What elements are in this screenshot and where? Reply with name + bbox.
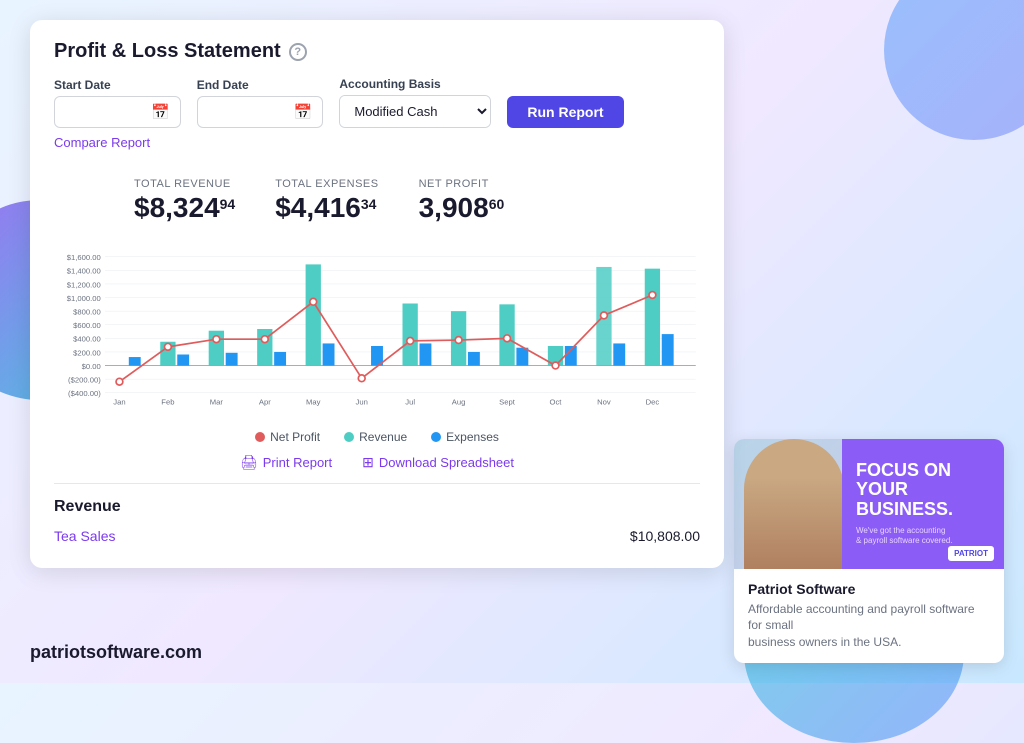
legend-expenses-label: Expenses (446, 430, 499, 444)
svg-text:Feb: Feb (161, 398, 174, 407)
ad-image-area: FOCUS ONYOUR BUSINESS. We've got the acc… (734, 439, 1004, 569)
chart-legend: Net Profit Revenue Expenses (54, 430, 700, 444)
svg-text:$0.00: $0.00 (82, 362, 101, 371)
svg-text:$800.00: $800.00 (73, 308, 101, 317)
website-label-area: patriotsoftware.com (30, 642, 202, 663)
download-spreadsheet-link[interactable]: ⊞ Download Spreadsheet (362, 454, 514, 471)
svg-text:Oct: Oct (550, 398, 563, 407)
metrics-row: TOTAL REVENUE $8,32494 TOTAL EXPENSES $4… (134, 178, 700, 224)
total-expenses-value: $4,41634 (275, 192, 378, 224)
svg-text:($400.00): ($400.00) (68, 389, 101, 398)
svg-text:$1,200.00: $1,200.00 (67, 280, 101, 289)
total-revenue-metric: TOTAL REVENUE $8,32494 (134, 178, 235, 224)
start-date-input-wrapper[interactable]: 📅 (54, 96, 181, 128)
end-date-input-wrapper[interactable]: 📅 (197, 96, 324, 128)
total-revenue-label: TOTAL REVENUE (134, 178, 235, 190)
end-date-input[interactable] (208, 105, 288, 120)
svg-text:Jul: Jul (405, 398, 415, 407)
run-report-button[interactable]: Run Report (507, 96, 623, 128)
print-icon: 🖨 (240, 454, 258, 471)
ad-logo: PATRIOT (948, 546, 994, 561)
start-date-input[interactable] (65, 105, 145, 120)
svg-text:May: May (306, 398, 321, 407)
svg-text:Dec: Dec (646, 398, 660, 407)
background-blob-right-top (884, 0, 1024, 140)
ad-body: Patriot Software Affordable accounting a… (734, 569, 1004, 663)
accounting-basis-select[interactable]: Modified Cash Cash Accrual (340, 96, 490, 127)
legend-net-profit-label: Net Profit (270, 430, 320, 444)
chart-container: $1,600.00 $1,400.00 $1,200.00 $1,000.00 … (54, 234, 700, 424)
total-revenue-value: $8,32494 (134, 192, 235, 224)
ad-company-name: Patriot Software (748, 581, 990, 597)
svg-text:Nov: Nov (597, 398, 611, 407)
accounting-basis-select-wrapper[interactable]: Modified Cash Cash Accrual (339, 95, 491, 128)
download-icon: ⊞ (362, 454, 374, 471)
legend-dot-expenses (431, 432, 441, 442)
ad-card: FOCUS ONYOUR BUSINESS. We've got the acc… (734, 439, 1004, 663)
action-row: 🖨 Print Report ⊞ Download Spreadsheet (54, 454, 700, 471)
svg-text:$1,600.00: $1,600.00 (67, 253, 101, 262)
net-profit-metric: NET PROFIT 3,90860 (419, 178, 505, 224)
end-date-label: End Date (197, 78, 324, 92)
main-card: Profit & Loss Statement ? Start Date 📅 E… (30, 20, 724, 568)
tea-sales-amount: $10,808.00 (630, 528, 700, 544)
total-expenses-label: TOTAL EXPENSES (275, 178, 378, 190)
website-label: patriotsoftware.com (30, 642, 202, 662)
end-date-calendar-icon[interactable]: 📅 (294, 103, 313, 121)
ad-description: Affordable accounting and payroll softwa… (748, 601, 990, 651)
svg-text:Jun: Jun (356, 398, 368, 407)
tea-sales-link[interactable]: Tea Sales (54, 528, 115, 544)
svg-text:Jan: Jan (113, 398, 125, 407)
compare-report-link[interactable]: Compare Report (54, 135, 150, 150)
print-report-link[interactable]: 🖨 Print Report (240, 454, 332, 471)
start-date-calendar-icon[interactable]: 📅 (151, 103, 170, 121)
svg-text:($200.00): ($200.00) (68, 376, 101, 385)
card-title-row: Profit & Loss Statement ? (54, 40, 700, 63)
legend-expenses: Expenses (431, 430, 499, 444)
download-spreadsheet-label: Download Spreadsheet (379, 455, 514, 470)
start-date-label: Start Date (54, 78, 181, 92)
net-profit-value: 3,90860 (419, 192, 505, 224)
legend-net-profit: Net Profit (255, 430, 320, 444)
svg-text:Apr: Apr (259, 398, 271, 407)
legend-revenue: Revenue (344, 430, 407, 444)
accounting-basis-label: Accounting Basis (339, 77, 491, 91)
revenue-row-tea-sales: Tea Sales $10,808.00 (54, 524, 700, 548)
svg-text:Mar: Mar (210, 398, 224, 407)
person-silhouette (744, 439, 844, 569)
svg-text:$400.00: $400.00 (73, 335, 101, 344)
start-date-group: Start Date 📅 (54, 78, 181, 128)
end-date-group: End Date 📅 (197, 78, 324, 128)
svg-text:$1,000.00: $1,000.00 (67, 294, 101, 303)
total-expenses-metric: TOTAL EXPENSES $4,41634 (275, 178, 378, 224)
revenue-section: Revenue Tea Sales $10,808.00 (54, 492, 700, 548)
svg-text:Aug: Aug (452, 398, 466, 407)
legend-dot-revenue (344, 432, 354, 442)
section-divider (54, 483, 700, 484)
ad-tagline: We've got the accounting& payroll softwa… (856, 526, 953, 547)
svg-text:Sept: Sept (499, 398, 516, 407)
revenue-section-title: Revenue (54, 498, 700, 516)
ad-headline: FOCUS ONYOUR BUSINESS. (856, 461, 990, 520)
svg-text:$1,400.00: $1,400.00 (67, 267, 101, 276)
print-report-label: Print Report (263, 455, 332, 470)
form-row: Start Date 📅 End Date 📅 Accounting Basis… (54, 77, 700, 128)
svg-text:$200.00: $200.00 (73, 348, 101, 357)
legend-revenue-label: Revenue (359, 430, 407, 444)
help-icon[interactable]: ? (289, 43, 307, 61)
legend-dot-net-profit (255, 432, 265, 442)
card-title: Profit & Loss Statement (54, 40, 281, 63)
chart-svg: $1,600.00 $1,400.00 $1,200.00 $1,000.00 … (54, 234, 700, 424)
accounting-basis-group: Accounting Basis Modified Cash Cash Accr… (339, 77, 491, 128)
svg-text:$600.00: $600.00 (73, 321, 101, 330)
net-profit-label: NET PROFIT (419, 178, 505, 190)
